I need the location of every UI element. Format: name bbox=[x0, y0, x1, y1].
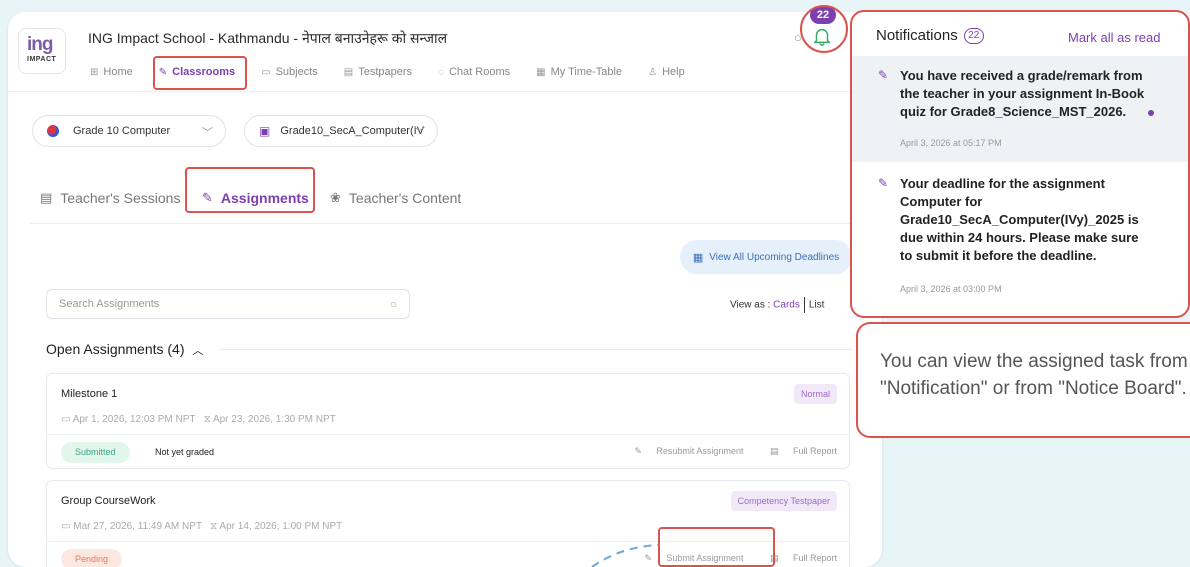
assignment-card[interactable]: Milestone 1 Normal ▭ Apr 1, 2026, 12:03 … bbox=[46, 373, 850, 469]
assignments-panel: ▦ View All Upcoming Deadlines Search Ass… bbox=[30, 224, 880, 567]
tab-label: Teacher's Content bbox=[348, 190, 462, 206]
assignment-start: Mar 27, 2026, 11:49 AM NPT bbox=[73, 521, 202, 532]
assignment-title: Milestone 1 bbox=[61, 388, 118, 400]
assignment-footer: Submitted Not yet graded ✎ Resubmit Assi… bbox=[47, 434, 849, 468]
book-icon: ▭ bbox=[261, 66, 271, 78]
tab-teachers-content[interactable]: ❀ Teacher's Content bbox=[330, 190, 461, 206]
assignment-due: Apr 14, 2026, 1:00 PM NPT bbox=[219, 521, 343, 532]
grade-flag-icon bbox=[47, 125, 59, 137]
chat-icon: ◌ bbox=[438, 66, 444, 78]
section-select-value: Grade10_SecA_Computer(IV bbox=[280, 125, 425, 137]
nav-label: Chat Rooms bbox=[448, 66, 511, 78]
logo-word: ing bbox=[27, 34, 53, 55]
assignment-start: Apr 1, 2026, 12:03 PM NPT bbox=[72, 414, 196, 425]
highlight-bell bbox=[800, 5, 848, 53]
nav-label: My Time-Table bbox=[550, 66, 623, 78]
person-icon: ♙ bbox=[648, 66, 658, 78]
calendar-icon: ▭ bbox=[61, 414, 73, 425]
content-icon: ❀ bbox=[330, 190, 341, 205]
assignment-tag: Competency Testpaper bbox=[730, 491, 837, 511]
document-icon: ▤ bbox=[343, 66, 354, 78]
highlight-assignments bbox=[185, 167, 315, 213]
pointer-dashed-line bbox=[591, 544, 659, 567]
nav-timetable[interactable]: ▦ My Time-Table bbox=[536, 66, 622, 78]
nav-label: Help bbox=[662, 66, 685, 78]
section-select[interactable]: ▣ Grade10_SecA_Computer(IV ﹀ bbox=[244, 115, 438, 147]
instruction-callout: You can view the assigned task from "Not… bbox=[856, 322, 1190, 438]
search-input[interactable]: Search Assignments ○ bbox=[46, 289, 410, 319]
view-deadlines-button[interactable]: ▦ View All Upcoming Deadlines bbox=[680, 240, 852, 274]
assignment-dates: ▭ Mar 27, 2026, 11:49 AM NPT ⧖ Apr 14, 2… bbox=[61, 521, 342, 532]
callout-text: You can view the assigned task from "Not… bbox=[880, 351, 1188, 399]
view-deadlines-label: View All Upcoming Deadlines bbox=[709, 251, 840, 263]
header: ing IMPACT ING Impact School - Kathmandu… bbox=[8, 12, 882, 92]
grade-status: Not yet graded bbox=[155, 447, 215, 457]
assignment-title: Group CourseWork bbox=[61, 495, 156, 507]
search-icon: ○ bbox=[389, 297, 397, 311]
grid-icon: ⊞ bbox=[90, 66, 99, 78]
nav-label: Home bbox=[103, 66, 133, 78]
chevron-down-icon: ﹀ bbox=[414, 127, 425, 139]
grade-select-value: Grade 10 Computer bbox=[73, 125, 171, 137]
app-window: ing IMPACT ING Impact School - Kathmandu… bbox=[8, 12, 882, 567]
open-assignments-title: Open Assignments (4) bbox=[46, 341, 185, 357]
tab-label: Teacher's Sessions bbox=[60, 190, 181, 206]
calendar-icon: ▤ bbox=[40, 190, 53, 205]
nav-home[interactable]: ⊞ Home bbox=[90, 66, 133, 78]
highlight-classrooms bbox=[153, 56, 247, 90]
assignment-dates: ▭ Apr 1, 2026, 12:03 PM NPT ⧖ Apr 23, 20… bbox=[61, 414, 336, 425]
full-report-button[interactable]: ▤ Full Report bbox=[758, 446, 837, 456]
assignment-tag: Normal bbox=[793, 384, 837, 404]
full-report-label: Full Report bbox=[792, 553, 837, 563]
calendar-icon: ▦ bbox=[692, 251, 704, 264]
pencil-icon: ✎ bbox=[634, 446, 645, 456]
highlight-submit-assignment bbox=[658, 527, 775, 567]
view-list-option[interactable]: List bbox=[809, 300, 825, 311]
assignment-actions: ✎ Resubmit Assignment ▤ Full Report bbox=[610, 446, 837, 457]
full-report-label: Full Report bbox=[792, 446, 837, 456]
report-icon: ▤ bbox=[769, 446, 781, 456]
nav-label: Subjects bbox=[275, 66, 318, 78]
chevron-down-icon: ﹀ bbox=[202, 127, 213, 139]
status-badge: Pending bbox=[61, 549, 123, 567]
school-title: ING Impact School - Kathmandu - नेपाल बन… bbox=[88, 30, 448, 46]
status-badge: Submitted bbox=[61, 442, 130, 463]
tab-teachers-sessions[interactable]: ▤ Teacher's Sessions bbox=[40, 190, 180, 206]
view-cards-option[interactable]: Cards bbox=[773, 300, 800, 311]
calendar-icon: ▭ bbox=[61, 521, 74, 532]
divider bbox=[220, 349, 852, 350]
view-as-label: View as : bbox=[730, 299, 771, 311]
nav-testpapers[interactable]: ▤ Testpapers bbox=[344, 66, 412, 78]
nav-chat-rooms[interactable]: ◌ Chat Rooms bbox=[438, 66, 510, 78]
logo-sub: IMPACT bbox=[27, 56, 57, 63]
resubmit-button[interactable]: ✎ Resubmit Assignment bbox=[622, 446, 743, 456]
school-logo[interactable]: ing IMPACT bbox=[18, 28, 66, 74]
monitor-icon: ▣ bbox=[259, 124, 271, 138]
calendar-icon: ▦ bbox=[536, 66, 546, 78]
assignment-due: Apr 23, 2026, 1:30 PM NPT bbox=[212, 414, 336, 425]
highlight-notifications bbox=[850, 10, 1190, 318]
resubmit-label: Resubmit Assignment bbox=[656, 446, 744, 456]
chevron-up-icon: ︿ bbox=[192, 345, 204, 357]
nav-label: Testpapers bbox=[358, 66, 413, 78]
tab-bar: ▤ Teacher's Sessions ✎ Assignments ❀ Teache… bbox=[30, 174, 880, 224]
open-assignments-heading[interactable]: Open Assignments (4) ︿ bbox=[46, 341, 203, 358]
nav-subjects[interactable]: ▭ Subjects bbox=[261, 66, 318, 78]
grade-select[interactable]: Grade 10 Computer ﹀ bbox=[32, 115, 226, 147]
search-placeholder: Search Assignments bbox=[59, 298, 160, 310]
nav-help[interactable]: ♙ Help bbox=[648, 66, 685, 78]
view-as-toggle: View as : Cards List bbox=[730, 297, 824, 313]
hourglass-icon: ⧖ bbox=[203, 414, 213, 425]
